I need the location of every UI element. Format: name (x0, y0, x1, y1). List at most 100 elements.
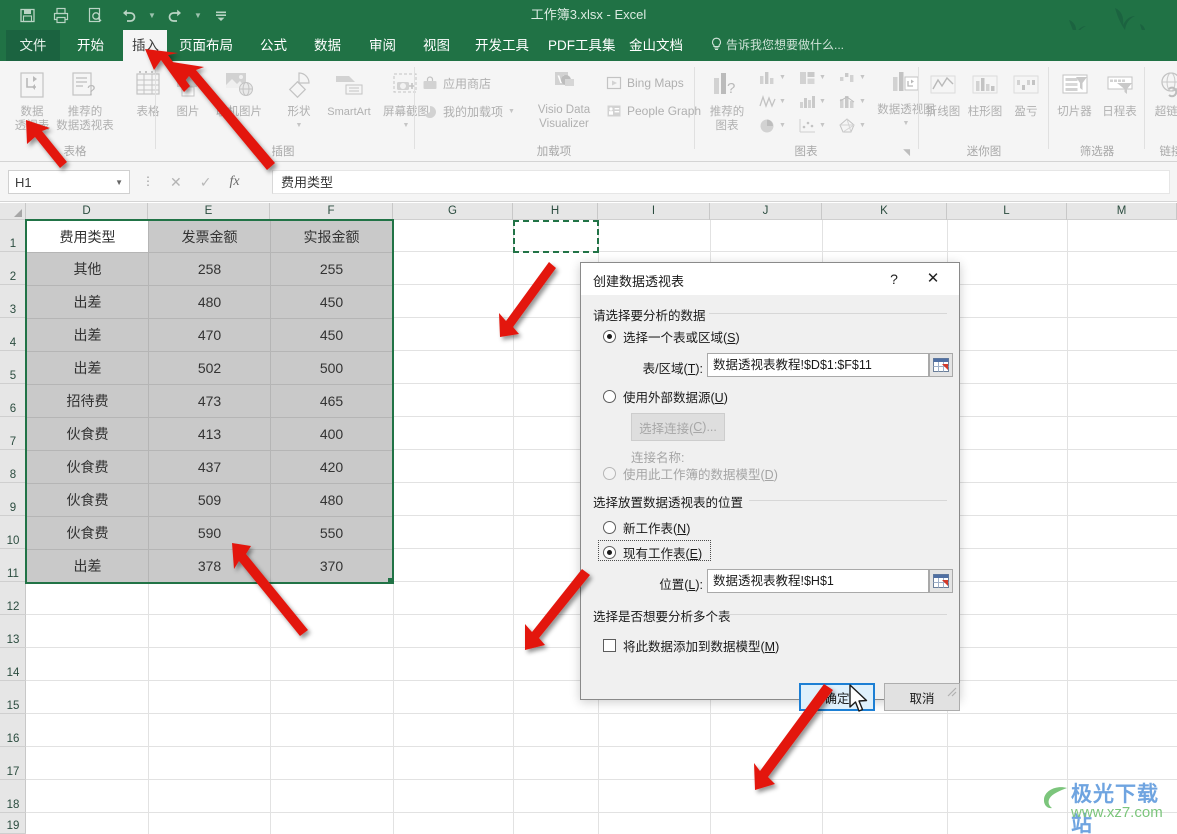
name-box[interactable]: H1 ▼ (8, 170, 130, 194)
cell-E4[interactable]: 470 (149, 319, 270, 351)
cancel-formula-icon[interactable]: ✕ (170, 174, 182, 191)
chart-pie-button[interactable]: ▼ (758, 117, 786, 134)
ribbon-people-graph-button[interactable]: People Graph (606, 103, 701, 119)
column-header-J[interactable]: J (710, 203, 822, 220)
pivot-chart-dropdown-icon[interactable]: ▼ (903, 117, 910, 131)
chart-waterfall-button[interactable]: ▼ (838, 69, 866, 86)
ribbon-visio-visualizer-button[interactable]: V Visio Data Visualizer (528, 63, 600, 139)
my-addins-dropdown-icon[interactable]: ▼ (508, 108, 515, 115)
chart-hierarchy-button[interactable]: ▼ (798, 69, 826, 86)
tab-kingsoft-doc[interactable]: 金山文档 (620, 30, 692, 61)
select-all-corner[interactable] (0, 203, 26, 220)
save-icon[interactable] (10, 2, 44, 28)
print-preview-icon[interactable] (78, 2, 112, 28)
cell-F5[interactable]: 500 (271, 352, 392, 384)
radio-external-source[interactable] (603, 390, 616, 403)
cell-D9[interactable]: 伙食费 (27, 484, 148, 516)
cell-E10[interactable]: 590 (149, 517, 270, 549)
column-header-F[interactable]: F (270, 203, 393, 220)
column-header-K[interactable]: K (822, 203, 947, 220)
cell-D5[interactable]: 出差 (27, 352, 148, 384)
print-icon[interactable] (44, 2, 78, 28)
tell-me-box[interactable]: 告诉我您想要做什么... (710, 30, 844, 61)
row-header-2[interactable]: 2 (0, 252, 26, 285)
cell-F2[interactable]: 255 (271, 253, 392, 285)
tab-formulas[interactable]: 公式 (251, 30, 296, 61)
row-header-11[interactable]: 11 (0, 549, 26, 582)
dialog-help-button[interactable]: ? (883, 269, 905, 289)
cell-E11[interactable]: 378 (149, 550, 270, 582)
shapes-dropdown-icon[interactable]: ▼ (296, 119, 303, 133)
redo-icon[interactable] (158, 2, 192, 28)
ribbon-sparkline-column-button[interactable]: 柱形图 (964, 65, 1006, 141)
chart-column-button[interactable]: ▼ (758, 69, 786, 86)
cell-F4[interactable]: 450 (271, 319, 392, 351)
row-header-13[interactable]: 13 (0, 615, 26, 648)
selection-fill-handle[interactable] (388, 578, 394, 584)
cell-E5[interactable]: 502 (149, 352, 270, 384)
column-header-D[interactable]: D (26, 203, 148, 220)
tab-review[interactable]: 审阅 (360, 30, 405, 61)
undo-icon[interactable] (112, 2, 146, 28)
tab-page-layout[interactable]: 页面布局 (170, 30, 242, 61)
column-header-H[interactable]: H (513, 203, 598, 220)
customize-qat-icon[interactable] (204, 2, 238, 28)
row-header-16[interactable]: 16 (0, 714, 26, 747)
range-picker-button[interactable] (929, 353, 953, 377)
tab-developer[interactable]: 开发工具 (466, 30, 538, 61)
tab-view[interactable]: 视图 (414, 30, 459, 61)
screenshot-dropdown-icon[interactable]: ▼ (403, 119, 410, 133)
undo-dropdown-icon[interactable]: ▼ (146, 2, 158, 28)
column-header-E[interactable]: E (148, 203, 270, 220)
cell-D3[interactable]: 出差 (27, 286, 148, 318)
name-box-dropdown-icon[interactable]: ▼ (115, 178, 123, 187)
row-header-15[interactable]: 15 (0, 681, 26, 714)
cell-E2[interactable]: 258 (149, 253, 270, 285)
ribbon-smartart-button[interactable]: SmartArt (318, 65, 380, 141)
row-header-14[interactable]: 14 (0, 648, 26, 681)
cell-D4[interactable]: 出差 (27, 319, 148, 351)
cell-E3[interactable]: 480 (149, 286, 270, 318)
ribbon-sparkline-winloss-button[interactable]: 盈亏 (1006, 65, 1046, 141)
row-header-12[interactable]: 12 (0, 582, 26, 615)
chart-scatter-button[interactable]: ▼ (798, 117, 826, 134)
tab-file[interactable]: 文件 (6, 30, 60, 61)
ribbon-timeline-button[interactable]: 日程表 (1097, 65, 1142, 141)
row-header-10[interactable]: 10 (0, 516, 26, 549)
tab-data[interactable]: 数据 (305, 30, 350, 61)
column-header-I[interactable]: I (598, 203, 710, 220)
radio-new-worksheet[interactable] (603, 521, 616, 534)
field-location-input[interactable]: 数据透视表教程!$H$1 (707, 569, 929, 593)
ribbon-recommended-charts-button[interactable]: ? 推荐的 图表 (700, 65, 754, 141)
tab-insert[interactable]: 插入 (123, 30, 167, 61)
cell-E1[interactable]: 发票金额 (149, 221, 270, 252)
cell-D7[interactable]: 伙食费 (27, 418, 148, 450)
row-header-19[interactable]: 19 (0, 813, 26, 834)
ok-button[interactable]: 确定 (799, 683, 875, 711)
ribbon-sparkline-line-button[interactable]: 折线图 (922, 65, 964, 141)
cell-F9[interactable]: 480 (271, 484, 392, 516)
radio-select-table-range[interactable] (603, 330, 616, 343)
row-header-4[interactable]: 4 (0, 318, 26, 351)
cell-F8[interactable]: 420 (271, 451, 392, 483)
row-header-5[interactable]: 5 (0, 351, 26, 384)
column-header-G[interactable]: G (393, 203, 513, 220)
redo-dropdown-icon[interactable]: ▼ (192, 2, 204, 28)
row-header-3[interactable]: 3 (0, 285, 26, 318)
column-header-L[interactable]: L (947, 203, 1067, 220)
tab-pdf-tools[interactable]: PDF工具集 (539, 30, 625, 61)
row-header-9[interactable]: 9 (0, 483, 26, 516)
cell-F10[interactable]: 550 (271, 517, 392, 549)
ribbon-my-addins-button[interactable]: 我的加载项 ▼ (422, 103, 515, 120)
cell-D8[interactable]: 伙食费 (27, 451, 148, 483)
dialog-resize-grip[interactable] (945, 685, 957, 697)
cell-D2[interactable]: 其他 (27, 253, 148, 285)
ribbon-slicer-button[interactable]: 切片器 (1052, 65, 1097, 141)
cell-E8[interactable]: 437 (149, 451, 270, 483)
row-header-17[interactable]: 17 (0, 747, 26, 780)
cell-E7[interactable]: 413 (149, 418, 270, 450)
cell-D11[interactable]: 出差 (27, 550, 148, 582)
cell-D10[interactable]: 伙食费 (27, 517, 148, 549)
cell-F11[interactable]: 370 (271, 550, 392, 582)
ribbon-store-button[interactable]: 应用商店 (422, 75, 491, 92)
